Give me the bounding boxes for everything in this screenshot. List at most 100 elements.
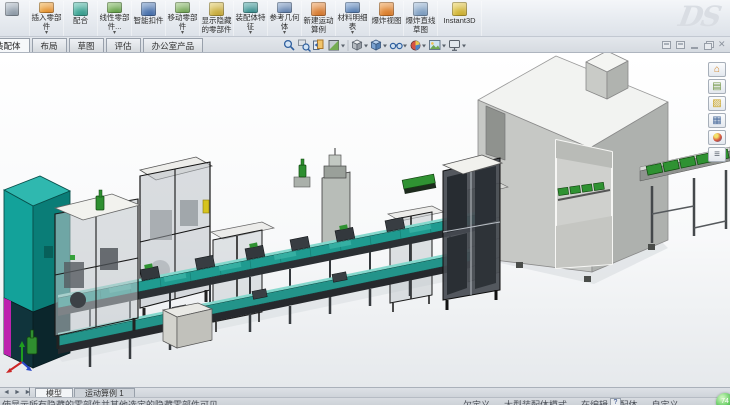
section-view-icon[interactable] <box>329 41 339 51</box>
heads-up-view-toolbar <box>283 39 467 52</box>
status-bar: 使显示所有隐藏的零部件并其他选定的隐藏零部件可见 欠定义 大型装配体模式 在编辑… <box>0 397 730 405</box>
panel-window-icon[interactable] <box>662 41 671 49</box>
green-bottle <box>96 190 104 210</box>
explode-line-sketch-icon <box>413 2 428 16</box>
button-label: 显示隐藏的零部件 <box>200 17 233 34</box>
motion-study-tab[interactable]: 运动算例 1 <box>74 388 135 397</box>
edit-appearance-caret[interactable] <box>422 45 426 48</box>
close-icon[interactable] <box>718 41 727 49</box>
units-selector[interactable]: 自定义 <box>652 398 679 405</box>
tab-evaluate[interactable]: 评估 <box>106 38 141 52</box>
hide-show-items-icon[interactable] <box>390 43 402 48</box>
panel-window-icon[interactable] <box>676 41 685 49</box>
zoom-to-fit-icon[interactable] <box>285 41 294 50</box>
tab-navigation <box>0 388 35 397</box>
last-tab-arrow[interactable] <box>24 388 33 397</box>
apply-scene-icon[interactable] <box>430 41 441 50</box>
model-3d-view[interactable] <box>0 53 730 387</box>
status-hint-text: 使显示所有隐藏的零部件并其他选定的隐藏零部件可见 <box>2 398 218 405</box>
view-settings-icon[interactable] <box>450 41 460 51</box>
reference-geometry-icon <box>277 2 292 13</box>
gray-box <box>163 303 212 348</box>
exploded-view-button[interactable]: 爆炸视图 <box>370 1 404 36</box>
bill-of-materials-button[interactable]: 材料明细表 <box>336 1 370 36</box>
reference-geometry-button[interactable]: 参考几何体 <box>268 1 302 36</box>
view-orientation-icon[interactable] <box>353 40 362 50</box>
dassault-ds-logo: DS <box>677 0 723 33</box>
explode-line-sketch-button[interactable]: 爆炸直线草图 <box>404 1 438 36</box>
bill-of-materials-icon <box>345 2 360 13</box>
linear-pattern-icon <box>107 2 122 13</box>
next-tab-arrow[interactable] <box>13 388 22 397</box>
smart-fasteners-icon <box>141 2 156 16</box>
display-style-icon[interactable] <box>372 40 381 50</box>
model-tab[interactable]: 模型 <box>35 388 73 397</box>
green-bottle <box>299 159 306 177</box>
study-tab-bar: 模型 运动算例 1 <box>0 387 730 397</box>
enclosure-window <box>486 106 505 160</box>
hide-show-items-caret[interactable] <box>403 45 407 48</box>
prev-tab-arrow[interactable] <box>2 388 11 397</box>
restore-icon[interactable] <box>704 41 713 49</box>
show-hidden-components-button[interactable]: 显示隐藏的零部件 <box>200 1 234 36</box>
button-label: 新建运动算例 <box>302 17 335 34</box>
command-manager-ribbon: 插入零部件 配合 线性零部件... 智能扣件 移动零部件 显示隐藏的零部件 装配… <box>0 0 730 37</box>
minimize-icon[interactable] <box>690 41 699 49</box>
instant3d-button[interactable]: Instant3D <box>438 1 482 36</box>
instant3d-icon <box>452 2 467 16</box>
design-library-icon[interactable] <box>708 79 726 94</box>
assembly-features-icon <box>243 2 258 13</box>
file-explorer-icon[interactable] <box>708 96 726 111</box>
machine-enclosure <box>478 53 668 282</box>
button-label: 智能扣件 <box>134 17 164 26</box>
new-motion-study-icon <box>311 2 326 16</box>
white-top-cabinet <box>443 155 502 310</box>
zoom-to-area-icon[interactable] <box>299 40 311 52</box>
window-controls <box>662 40 727 50</box>
task-pane-strip <box>708 62 726 162</box>
quick-tips-help-button[interactable]: ? <box>610 398 621 405</box>
previous-view-icon[interactable] <box>314 40 324 50</box>
view-palette-icon[interactable] <box>708 113 726 128</box>
button-label: 装配体特征 <box>234 14 267 31</box>
move-component-icon <box>175 2 190 13</box>
mate-button[interactable]: 配合 <box>64 1 98 36</box>
view-settings-caret[interactable] <box>462 45 466 48</box>
solidworks-resources-icon[interactable] <box>708 62 726 77</box>
notification-badge[interactable]: 74 <box>716 393 730 405</box>
insert-components-icon <box>39 2 54 13</box>
exploded-view-icon <box>379 2 394 16</box>
assembly-features-button[interactable]: 装配体特征 <box>234 1 268 36</box>
clipped-ribbon-button[interactable] <box>0 1 30 36</box>
button-label: 移动零部件 <box>166 14 199 31</box>
button-label: 线性零部件... <box>98 14 131 31</box>
new-motion-study-button[interactable]: 新建运动算例 <box>302 1 336 36</box>
button-label: 参考几何体 <box>268 14 301 31</box>
button-label: Instant3D <box>443 17 475 26</box>
clipped-button-icon <box>5 2 19 16</box>
edit-appearance-icon[interactable] <box>411 41 420 50</box>
tab-assembly[interactable]: 装配体 <box>0 38 30 52</box>
appearances-scenes-icon[interactable] <box>708 130 726 145</box>
button-label: 材料明细表 <box>336 14 369 31</box>
tab-sketch[interactable]: 草图 <box>69 38 104 52</box>
custom-properties-icon[interactable] <box>708 147 726 162</box>
button-label: 爆炸直线草图 <box>404 17 437 34</box>
button-label: 配合 <box>73 17 88 26</box>
magenta-strip <box>4 298 11 357</box>
view-orientation-caret[interactable] <box>364 45 368 48</box>
section-view-caret[interactable] <box>341 45 345 48</box>
button-label: 爆炸视图 <box>372 17 402 26</box>
tab-office-products[interactable]: 办公室产品 <box>143 38 204 52</box>
apply-scene-caret[interactable] <box>442 45 446 48</box>
green-fixture <box>402 174 436 194</box>
move-component-button[interactable]: 移动零部件 <box>166 1 200 36</box>
tab-layout[interactable]: 布局 <box>32 38 67 52</box>
linear-component-pattern-button[interactable]: 线性零部件... <box>98 1 132 36</box>
mate-icon <box>73 2 88 16</box>
smart-fasteners-button[interactable]: 智能扣件 <box>132 1 166 36</box>
display-style-caret[interactable] <box>383 45 387 48</box>
insert-components-button[interactable]: 插入零部件 <box>30 1 64 36</box>
green-bottle <box>27 337 37 354</box>
status-right-cluster: 欠定义 大型装配体模式 在编辑 装配体 自定义 <box>463 398 679 405</box>
